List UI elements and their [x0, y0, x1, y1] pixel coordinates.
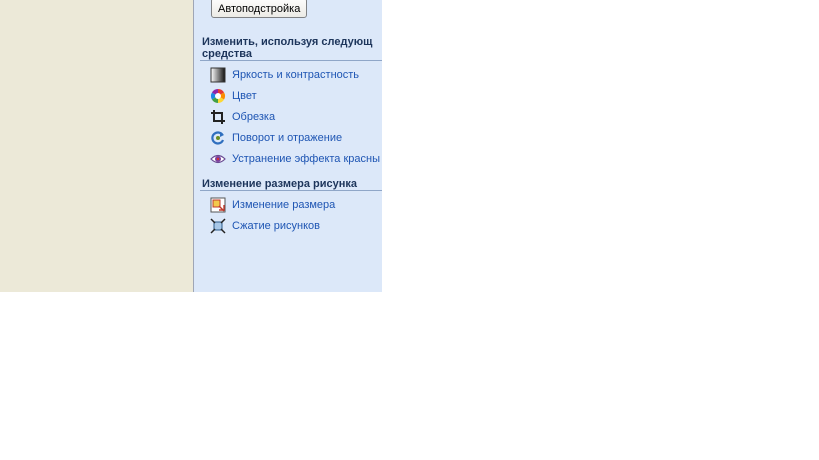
brightness-contrast-icon — [210, 67, 226, 83]
autoadjust-button[interactable]: Автоподстройка — [211, 0, 308, 18]
crop-icon — [210, 109, 226, 125]
rotate-flip-icon — [210, 130, 226, 146]
red-eye-icon — [210, 151, 226, 167]
compress-icon — [210, 218, 226, 234]
picture-canvas-area — [0, 0, 193, 292]
edit-pictures-task-pane: Автоподстройка Изменить, используя следу… — [194, 0, 382, 292]
resize-icon — [210, 197, 226, 213]
section-divider-edit — [200, 60, 382, 61]
picture-editor-window: Автоподстройка Изменить, используя следу… — [0, 0, 382, 292]
link-compress[interactable]: Сжатие рисунков — [210, 217, 320, 235]
link-resize[interactable]: Изменение размера — [210, 196, 335, 214]
link-red-eye-label: Устранение эффекта красны — [232, 153, 380, 165]
link-resize-label: Изменение размера — [232, 199, 336, 211]
link-color-label: Цвет — [232, 90, 257, 102]
link-crop-label: Обрезка — [232, 111, 276, 123]
link-compress-label: Сжатие рисунков — [232, 220, 321, 232]
link-red-eye[interactable]: Устранение эффекта красны — [210, 150, 380, 168]
color-wheel-icon — [210, 88, 226, 104]
link-brightness-contrast-label: Яркость и контрастность — [232, 69, 360, 81]
section-title-edit-line1: Изменить, используя следующ — [202, 36, 373, 48]
section-title-edit-tools: Изменить, используя следующ средства — [202, 36, 372, 60]
link-rotate-flip[interactable]: Поворот и отражение — [210, 129, 342, 147]
section-divider-resize — [200, 190, 382, 191]
link-brightness-contrast[interactable]: Яркость и контрастность — [210, 66, 359, 84]
link-color[interactable]: Цвет — [210, 87, 257, 105]
section-title-resize: Изменение размера рисунка — [202, 178, 357, 190]
link-rotate-flip-label: Поворот и отражение — [232, 132, 343, 144]
section-title-edit-line2: средства — [202, 48, 253, 60]
link-crop[interactable]: Обрезка — [210, 108, 275, 126]
